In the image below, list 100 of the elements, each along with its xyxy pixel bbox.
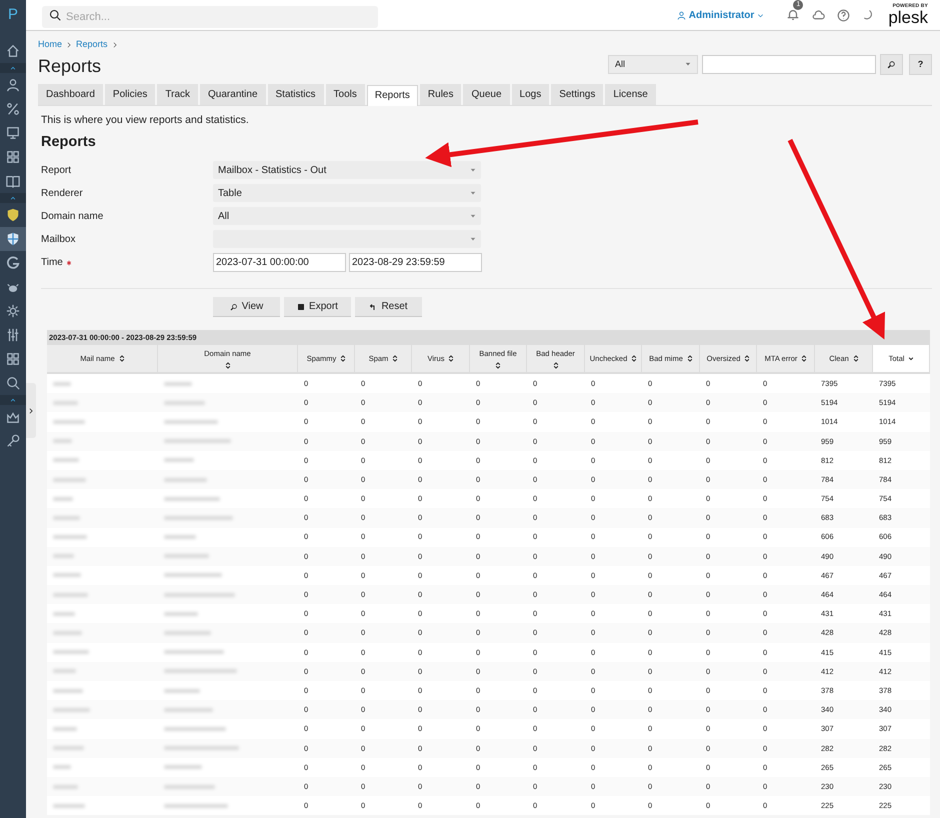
sort-icon — [631, 355, 638, 362]
home-icon[interactable] — [6, 44, 20, 58]
key-icon[interactable] — [6, 434, 20, 448]
caret-icon — [757, 12, 764, 18]
user-menu[interactable]: Administrator — [676, 8, 764, 22]
tab[interactable]: Reports — [366, 84, 418, 106]
redacted-text — [164, 554, 209, 558]
search-field[interactable] — [702, 54, 876, 74]
tab[interactable]: Rules — [420, 84, 462, 104]
redacted-text — [164, 708, 213, 712]
form-title: Reports — [41, 134, 96, 150]
monitor-icon[interactable] — [6, 126, 20, 140]
select-field[interactable] — [213, 230, 481, 248]
book-icon[interactable] — [6, 174, 20, 188]
field-label: Mailbox — [41, 232, 76, 246]
input-field[interactable]: 2023-08-29 23:59:59 — [349, 253, 482, 272]
redacted-text — [53, 535, 87, 540]
filter-select[interactable]: All — [608, 54, 698, 74]
field-label: Domain name — [41, 210, 104, 224]
logo: P — [6, 5, 19, 26]
help-button[interactable]: ? — [909, 54, 932, 75]
redacted-text — [53, 420, 85, 424]
percent-icon[interactable] — [6, 102, 20, 116]
page-title: Reports — [38, 56, 102, 76]
redacted-text — [164, 458, 194, 462]
redacted-text — [164, 516, 233, 520]
action-button[interactable]: Reset — [355, 297, 422, 317]
redacted-text — [53, 592, 88, 597]
redacted-text — [53, 478, 86, 482]
breadcrumb-link[interactable]: Reports — [76, 38, 108, 52]
redacted-text — [164, 650, 224, 654]
tab[interactable]: Track — [157, 84, 198, 104]
action-button[interactable]: View — [213, 297, 280, 317]
redacted-text — [164, 439, 231, 444]
caret-icon — [685, 61, 691, 68]
redacted-text — [53, 726, 77, 731]
redacted-text — [53, 612, 75, 616]
tab[interactable]: Tools — [326, 84, 365, 104]
chevron-icon — [28, 408, 34, 414]
search-field[interactable]: Search... — [42, 6, 378, 28]
sort-icon — [118, 355, 125, 362]
search-button[interactable] — [880, 54, 903, 75]
input-field[interactable]: 2023-07-31 00:00:00 — [213, 253, 346, 272]
redacted-text — [53, 804, 85, 808]
redacted-text — [53, 708, 90, 712]
tab[interactable]: Dashboard — [38, 84, 103, 104]
sort-icon — [801, 355, 808, 362]
field-label: Report — [41, 164, 72, 178]
sliders-icon[interactable] — [6, 328, 20, 342]
redacted-text — [53, 688, 83, 693]
g-icon[interactable] — [6, 256, 20, 270]
caret-icon — [470, 213, 476, 219]
select-field[interactable]: Table — [213, 184, 481, 202]
cloud-icon[interactable] — [812, 8, 826, 22]
sort-icon — [340, 355, 346, 362]
sort-icon — [686, 355, 693, 362]
tab[interactable]: Settings — [551, 84, 604, 104]
tab[interactable]: Statistics — [268, 84, 324, 104]
field-label: Renderer — [41, 186, 83, 200]
redacted-text — [164, 804, 228, 808]
sort-icon — [852, 355, 859, 362]
select-field[interactable]: All — [213, 207, 481, 225]
shield-icon[interactable] — [6, 208, 20, 222]
grid-icon[interactable] — [6, 150, 20, 164]
crown-icon[interactable] — [6, 410, 20, 424]
redacted-text — [164, 726, 226, 731]
redacted-text — [53, 746, 84, 750]
search-icon — [230, 302, 238, 310]
help-icon[interactable] — [837, 8, 850, 22]
redacted-text — [164, 420, 218, 424]
redacted-text — [164, 592, 235, 597]
sort-icon — [744, 355, 750, 362]
bell-icon[interactable] — [786, 8, 800, 22]
tab[interactable]: Queue — [463, 84, 510, 104]
redacted-text — [53, 516, 80, 520]
grid-icon[interactable] — [6, 352, 20, 366]
tab[interactable]: Quarantine — [200, 84, 266, 104]
redacted-text — [53, 554, 74, 558]
redacted-text — [53, 573, 81, 578]
shield-icon[interactable] — [6, 232, 20, 246]
tab[interactable]: Logs — [512, 84, 550, 104]
redacted-text — [53, 400, 78, 405]
breadcrumb-link[interactable]: Home — [38, 38, 62, 52]
redacted-text — [164, 631, 211, 636]
search-icon[interactable] — [6, 376, 20, 390]
settings-icon[interactable] — [6, 304, 20, 318]
redacted-text — [53, 765, 71, 770]
redacted-text — [164, 382, 192, 386]
redacted-text — [53, 650, 89, 654]
action-button[interactable]: Export — [284, 297, 351, 317]
select-field[interactable]: Mailbox - Statistics - Out — [213, 161, 481, 179]
user-icon[interactable] — [6, 78, 20, 92]
caret-icon — [470, 190, 476, 196]
collapse-handle[interactable] — [26, 383, 36, 438]
tab[interactable]: Policies — [104, 84, 156, 104]
tab[interactable]: License — [605, 84, 656, 104]
sort-icon — [552, 362, 558, 368]
redacted-text — [53, 496, 73, 501]
redacted-text — [53, 458, 79, 462]
sort-icon — [495, 362, 501, 368]
